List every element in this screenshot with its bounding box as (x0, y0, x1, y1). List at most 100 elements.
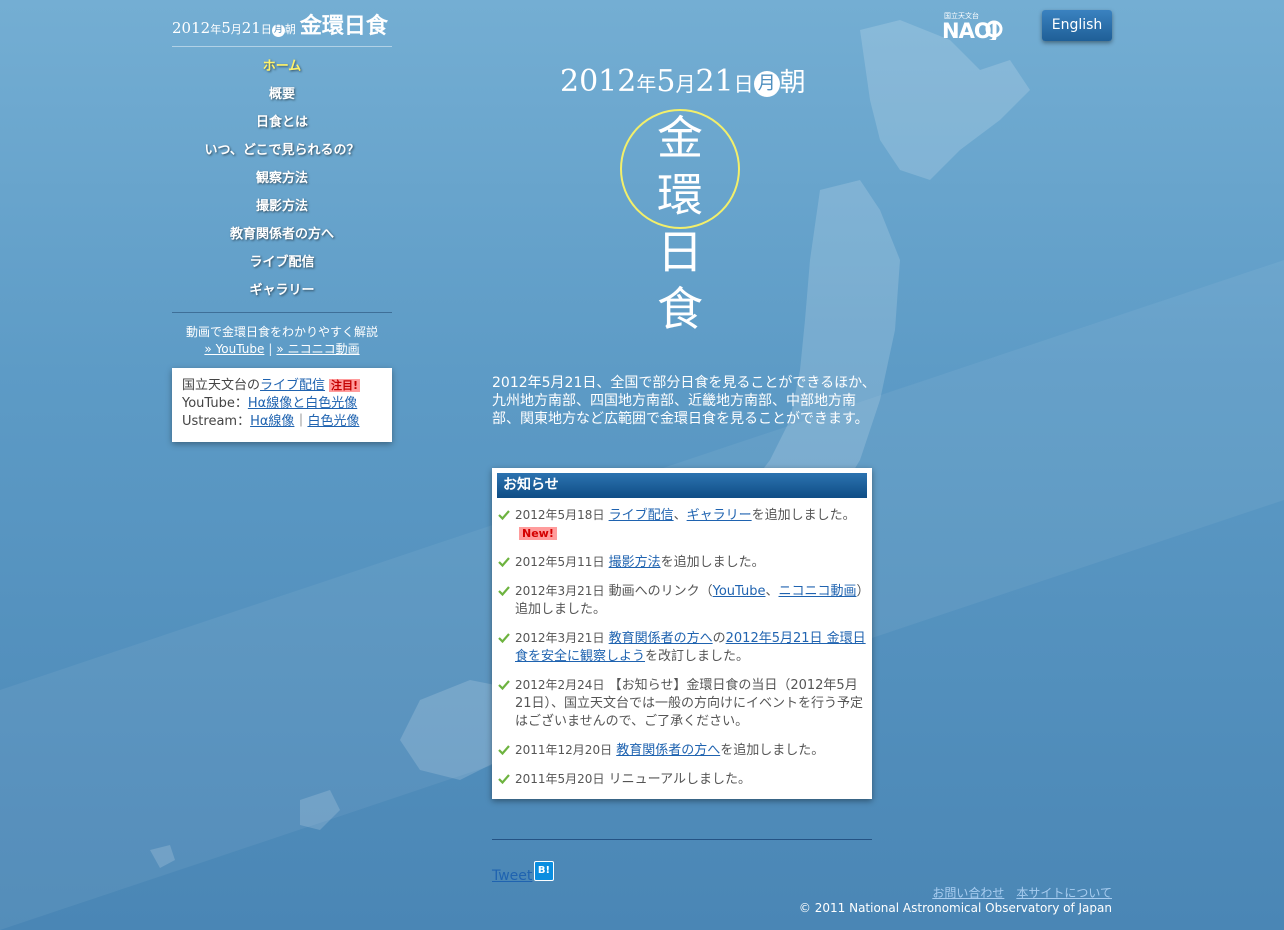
copyright: © 2011 National Astronomical Observatory… (798, 901, 1112, 915)
live-stream-link[interactable]: ライブ配信 (260, 378, 325, 393)
nav-item-observation[interactable]: 観察方法 (172, 166, 392, 194)
check-icon (498, 680, 510, 691)
hero-title-char: 日 (657, 225, 703, 279)
hero-month-kanji: 月 (675, 72, 696, 96)
site-title-day: 21 (241, 19, 261, 37)
news-box: お知らせ 2012年5月18日 ライブ配信、ギャラリーを追加しました。New! … (492, 468, 872, 799)
about-site-link[interactable]: 本サイトについて (1016, 886, 1112, 900)
news-link-live[interactable]: ライブ配信 (609, 508, 674, 523)
news-item: 2011年12月20日 教育関係者の方へを追加しました。 (497, 741, 867, 760)
site-title-year: 2012 (172, 19, 211, 37)
video-note: 動画で金環日食をわかりやすく解説 » YouTube |» ニコニコ動画 (172, 324, 392, 358)
hero-title-char: 食 (657, 282, 703, 336)
news-link-photography[interactable]: 撮影方法 (609, 555, 661, 570)
nicovideo-link[interactable]: » ニコニコ動画 (276, 342, 359, 356)
news-date: 2012年5月18日 (515, 508, 605, 522)
ustream-separator: ｜ (294, 414, 308, 429)
news-date: 2011年5月20日 (515, 772, 605, 786)
naoj-logo[interactable]: 国立天文台 NAOJ (942, 10, 1024, 40)
hero-morning: 朝 (779, 68, 806, 98)
hero-title-char: 環 (657, 168, 703, 222)
ustream-label: Ustream： (182, 414, 251, 429)
check-icon (498, 557, 510, 568)
nav-item-photography[interactable]: 撮影方法 (172, 194, 392, 222)
divider-top (172, 46, 392, 47)
live-box-prefix: 国立天文台の (182, 378, 261, 393)
divider-bottom (492, 839, 872, 840)
nav-item-home[interactable]: ホーム (172, 54, 392, 82)
news-date: 2012年3月21日 (515, 584, 605, 598)
youtube-label: YouTube： (182, 396, 248, 411)
nav-item-live[interactable]: ライブ配信 (172, 250, 392, 278)
news-text: リニューアルしました。 (608, 772, 751, 787)
video-note-separator: | (268, 342, 273, 356)
news-text-pre: 動画へのリンク（ (608, 584, 713, 599)
contact-link[interactable]: お問い合わせ (932, 886, 1004, 900)
news-text: を追加しました。 (720, 743, 825, 758)
news-date: 2011年12月20日 (515, 743, 613, 757)
check-icon (498, 586, 510, 597)
hero-weekday: 月 (753, 71, 780, 97)
hero-year: 2012 (560, 64, 637, 99)
news-link-youtube[interactable]: YouTube (713, 584, 766, 599)
hatena-bookmark-icon[interactable]: B! (534, 861, 554, 881)
hero-date: 2012年5月21日月朝 (560, 62, 810, 102)
news-separator: 、 (765, 584, 779, 599)
nav-item-overview[interactable]: 概要 (172, 82, 392, 110)
intro-text: 2012年5月21日、全国で部分日食を見ることができるほか、九州地方南部、四国地… (492, 375, 876, 427)
new-badge: New! (519, 527, 557, 540)
footer-links: お問い合わせ 本サイトについて (880, 884, 1112, 901)
site-title-year-kanji: 年 (210, 23, 222, 36)
nav-item-gallery[interactable]: ギャラリー (172, 278, 392, 306)
news-link-nicovideo[interactable]: ニコニコ動画 (779, 584, 857, 599)
news-link-gallery[interactable]: ギャラリー (687, 508, 752, 523)
nav-item-educators[interactable]: 教育関係者の方へ (172, 222, 392, 250)
news-item: 2012年5月18日 ライブ配信、ギャラリーを追加しました。 New! (497, 506, 867, 543)
news-text: を追加しました。 (751, 508, 856, 523)
nav-item-what-is-eclipse[interactable]: 日食とは (172, 110, 392, 138)
sidebar-nav: ホーム 概要 日食とは いつ、どこで見られるの？ 観察方法 撮影方法 教育関係者… (172, 54, 392, 306)
tweet-button[interactable]: Tweet (492, 868, 532, 884)
hero-year-kanji: 年 (636, 72, 657, 96)
hero-title: 金 環 日 食 (640, 110, 720, 338)
hero-month: 5 (656, 64, 676, 99)
divider-mid (172, 312, 392, 313)
news-separator: の (712, 631, 726, 646)
video-note-text: 動画で金環日食をわかりやすく解説 (185, 325, 378, 339)
site-title-weekday: 月 (271, 24, 285, 37)
site-title-day-kanji: 日 (260, 23, 272, 36)
check-icon (498, 774, 510, 785)
ustream-white-link[interactable]: 白色光像 (307, 414, 359, 429)
news-text: を改訂しました。 (645, 649, 750, 664)
check-icon (498, 633, 510, 644)
news-text: を追加しました。 (660, 555, 765, 570)
news-link-educators[interactable]: 教育関係者の方へ (609, 631, 713, 646)
news-date: 2012年2月24日 (515, 678, 605, 692)
news-item: 2011年5月20日 リニューアルしました。 (497, 770, 867, 789)
hero-day: 21 (695, 64, 734, 99)
news-item: 2012年3月21日 動画へのリンク（YouTube、ニコニコ動画）追加しました… (497, 582, 867, 619)
youtube-halpha-white-link[interactable]: Hα線像と白色光像 (248, 396, 357, 411)
attention-badge: 注目! (329, 379, 361, 392)
site-title-text: 金環日食 (299, 13, 388, 39)
check-icon (498, 510, 510, 521)
news-date: 2012年3月21日 (515, 631, 605, 645)
news-item: 2012年3月21日 教育関係者の方への2012年5月21日 金環日食を安全に観… (497, 629, 867, 666)
news-item: 2012年5月11日 撮影方法を追加しました。 (497, 553, 867, 572)
news-date: 2012年5月11日 (515, 555, 605, 569)
hero-title-char: 金 (657, 111, 703, 165)
live-stream-box: 国立天文台のライブ配信 注目! YouTube：Hα線像と白色光像 Ustream… (172, 368, 392, 442)
hero-day-kanji: 日 (733, 72, 754, 96)
nav-item-when-where[interactable]: いつ、どこで見られるの？ (172, 138, 392, 166)
check-icon (498, 745, 510, 756)
news-link-educators[interactable]: 教育関係者の方へ (616, 743, 720, 758)
ustream-halpha-link[interactable]: Hα線像 (250, 414, 294, 429)
site-title-month-kanji: 月 (230, 23, 242, 36)
news-separator: 、 (673, 508, 687, 523)
english-button[interactable]: English (1042, 10, 1112, 41)
youtube-link[interactable]: » YouTube (204, 342, 264, 356)
site-title[interactable]: 2012年5月21日月朝金環日食 (172, 8, 392, 40)
site-title-morning: 朝 (284, 23, 296, 36)
site-title-month: 5 (221, 19, 231, 37)
news-heading: お知らせ (497, 473, 867, 498)
